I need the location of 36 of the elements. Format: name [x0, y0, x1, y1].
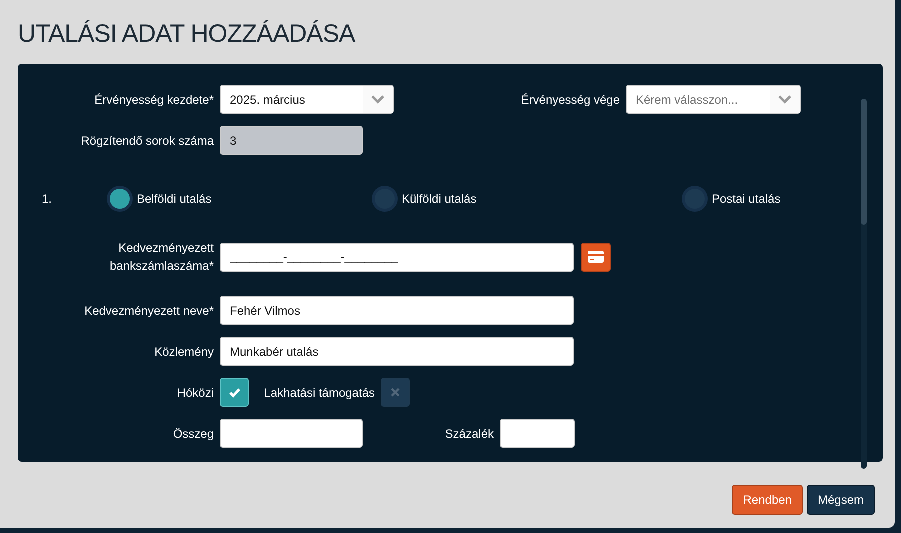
field-label: Összeg	[172, 426, 215, 442]
scrollbar[interactable]	[861, 99, 867, 469]
field-label: Közlemény	[154, 344, 215, 360]
chevron-down-icon	[778, 95, 792, 104]
field-label: Érvényesség vége	[520, 92, 621, 108]
field-label: Hóközi	[176, 384, 215, 402]
checkbox[interactable]	[381, 378, 410, 407]
card-button[interactable]	[581, 242, 611, 272]
radio-button[interactable]	[375, 189, 395, 209]
row-number: 1.	[41, 191, 54, 208]
dropdown-field[interactable]: 2025. március	[220, 85, 394, 114]
dropdown-field[interactable]: Kérem válasszon...	[626, 85, 801, 114]
input-field[interactable]: Fehér Vilmos	[220, 296, 574, 325]
radio-button[interactable]	[685, 189, 705, 209]
input-field[interactable]	[500, 419, 575, 448]
radio-label: Külföldi utalás	[402, 191, 477, 208]
field-label: Lakhatási támogatás	[263, 384, 376, 402]
checkbox[interactable]	[220, 378, 249, 407]
field-label: Százalék	[444, 426, 495, 442]
input-field[interactable]: ________-________-________	[220, 242, 574, 272]
cross-icon	[391, 388, 400, 397]
checkmark-icon	[228, 388, 240, 398]
field-label: Kedvezményezett bankszámlaszáma*	[108, 240, 215, 275]
radio-label: Belföldi utalás	[137, 191, 212, 208]
credit-card-icon	[588, 251, 604, 263]
field-label: Érvényesség kezdete*	[94, 92, 215, 108]
dialog-title: UTALÁSI ADAT HOZZÁADÁSA	[18, 19, 356, 50]
radio-button[interactable]	[110, 189, 130, 209]
input-field[interactable]	[220, 419, 363, 448]
field-label: Rögzítendő sorok száma	[80, 132, 215, 150]
cancel-button[interactable]: Mégsem	[806, 485, 875, 515]
field-label: Kedvezményezett neve*	[84, 302, 215, 320]
radio-label: Postai utalás	[712, 191, 781, 208]
chevron-down-icon	[371, 95, 385, 104]
ok-button[interactable]: Rendben	[732, 485, 803, 515]
input-field[interactable]: Munkabér utalás	[220, 337, 574, 366]
